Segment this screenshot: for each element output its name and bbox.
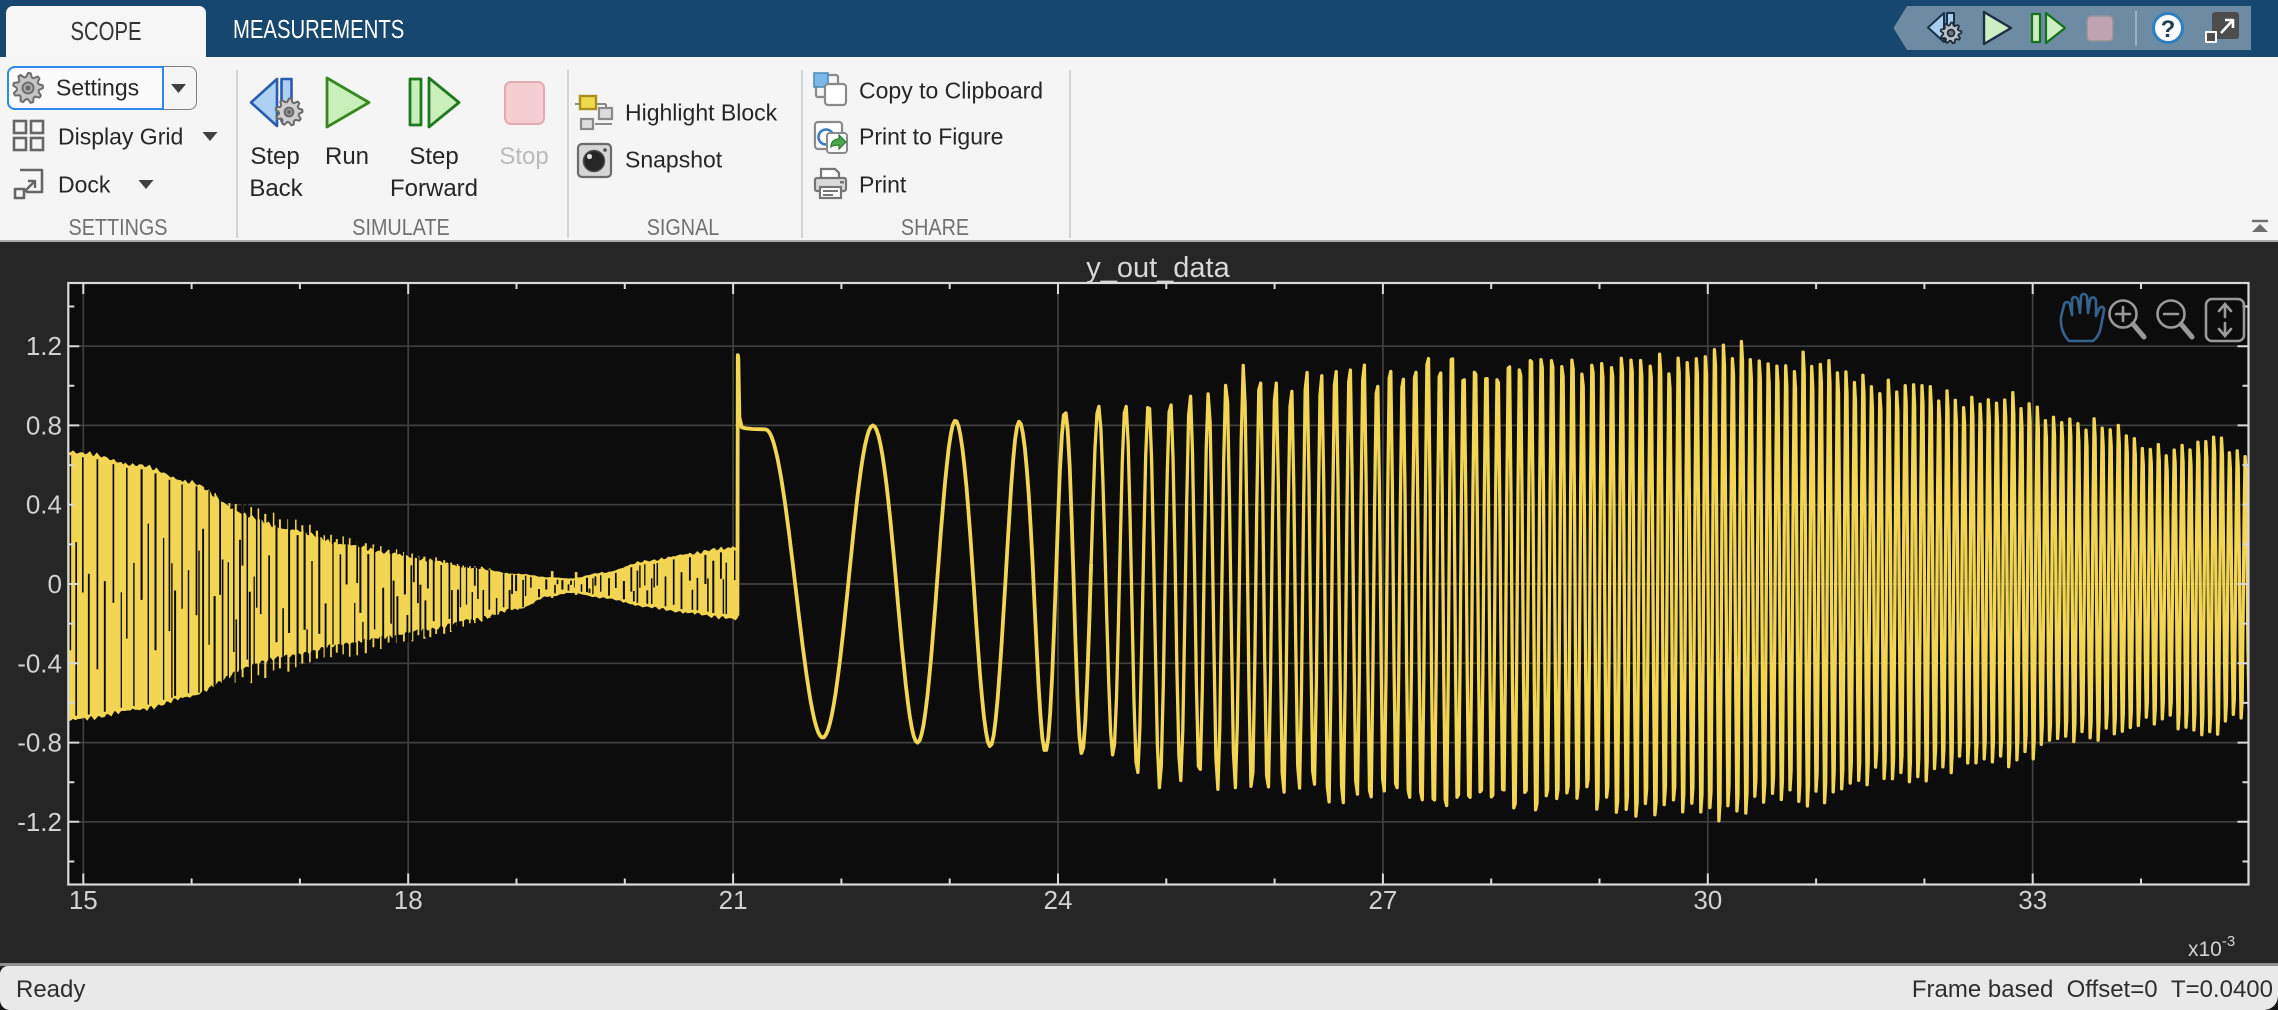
svg-text:-1.2: -1.2	[17, 807, 62, 837]
svg-text:0.4: 0.4	[26, 490, 62, 520]
svg-text:y_out_data: y_out_data	[1086, 252, 1230, 284]
svg-text:0.8: 0.8	[26, 410, 62, 440]
svg-text:-0.4: -0.4	[17, 648, 62, 678]
svg-text:24: 24	[1044, 885, 1073, 915]
svg-text:?: ?	[2161, 16, 2176, 43]
svg-text:30: 30	[1693, 885, 1722, 915]
svg-text:0: 0	[48, 569, 62, 599]
svg-text:27: 27	[1368, 885, 1397, 915]
svg-text:18: 18	[394, 885, 423, 915]
svg-text:33: 33	[2018, 885, 2047, 915]
svg-text:-0.8: -0.8	[17, 728, 62, 758]
svg-text:1.2: 1.2	[26, 331, 62, 361]
svg-text:15: 15	[69, 885, 98, 915]
svg-text:21: 21	[719, 885, 748, 915]
